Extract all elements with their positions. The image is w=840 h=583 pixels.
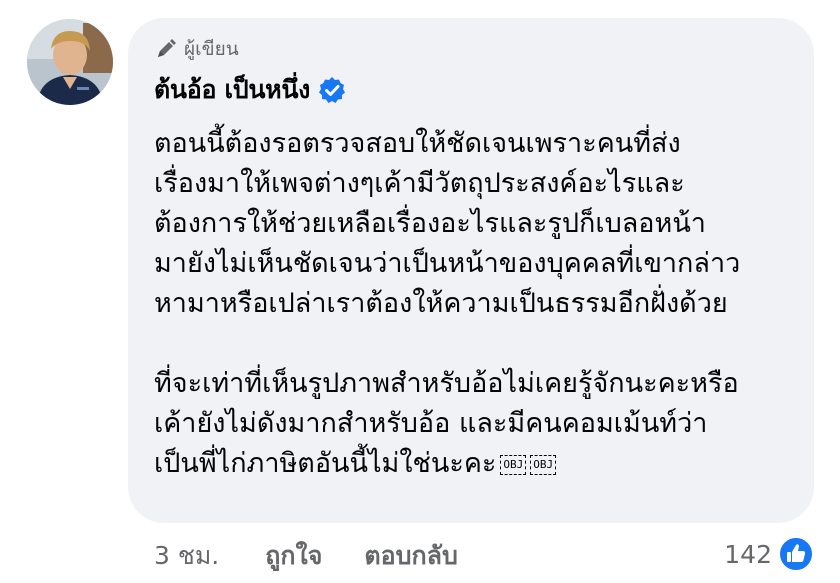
comment-body-line: เรื่องมาให้เพจต่างๆเค้ามีวัตถุประสงค์อะไ… — [154, 168, 685, 199]
like-reaction-icon — [778, 536, 814, 572]
comment-timestamp[interactable]: 3 ชม. — [154, 536, 219, 576]
author-badge-label: ผู้เขียน — [184, 38, 239, 60]
comment-body-line-last: เป็นพี่ไก่ภาษิตอันนี้ไม่ใช่นะคะ OBJ OBJ — [154, 444, 804, 484]
avatar[interactable] — [27, 19, 113, 105]
comment-body-line-text: เป็นพี่ไก่ภาษิตอันนี้ไม่ใช่นะคะ — [154, 448, 497, 479]
comment: ผู้เขียน ต้นอ้อ เป็นหนึ่ง ตอนนี้ต้องรอตร… — [0, 0, 840, 583]
author-name[interactable]: ต้นอ้อ เป็นหนึ่ง — [154, 70, 346, 110]
comment-body: ตอนนี้ต้องรอตรวจสอบให้ชัดเจนเพราะคนที่ส่… — [154, 124, 804, 484]
comment-body-line: ที่จะเท่าที่เห็นรูปภาพสำหรับอ้อไม่เคยรู้… — [154, 368, 739, 399]
author-badge: ผู้เขียน — [154, 36, 239, 62]
object-placeholder: OBJ — [530, 454, 557, 475]
like-button[interactable]: ถูกใจ — [265, 536, 322, 576]
comment-body-line: ตอนนี้ต้องรอตรวจสอบให้ชัดเจนเพราะคนที่ส่… — [154, 128, 681, 159]
comment-body-line: เค้ายังไม่ดังมากสำหรับอ้อ และมีคนคอมเม้น… — [154, 408, 708, 439]
comment-actions: 3 ชม. ถูกใจ ตอบกลับ — [154, 536, 458, 576]
avatar-image — [27, 19, 113, 105]
pen-icon — [154, 37, 178, 61]
verified-badge-icon — [318, 76, 346, 104]
comment-body-line: ต้องการให้ช่วยเหลือเรื่องอะไรและรูปก็เบล… — [154, 208, 706, 239]
object-placeholder: OBJ — [500, 454, 527, 475]
comment-body-line: มายังไม่เห็นชัดเจนว่าเป็นหน้าของบุคคลที่… — [154, 248, 741, 279]
reply-button[interactable]: ตอบกลับ — [364, 536, 457, 576]
author-name-text[interactable]: ต้นอ้อ เป็นหนึ่ง — [154, 70, 310, 110]
reaction-count: 142 — [724, 539, 772, 569]
comment-body-line: หามาหรือเปล่าเราต้องให้ความเป็นธรรมอีกฝั… — [154, 288, 728, 319]
reaction-summary[interactable]: 142 — [724, 534, 814, 574]
